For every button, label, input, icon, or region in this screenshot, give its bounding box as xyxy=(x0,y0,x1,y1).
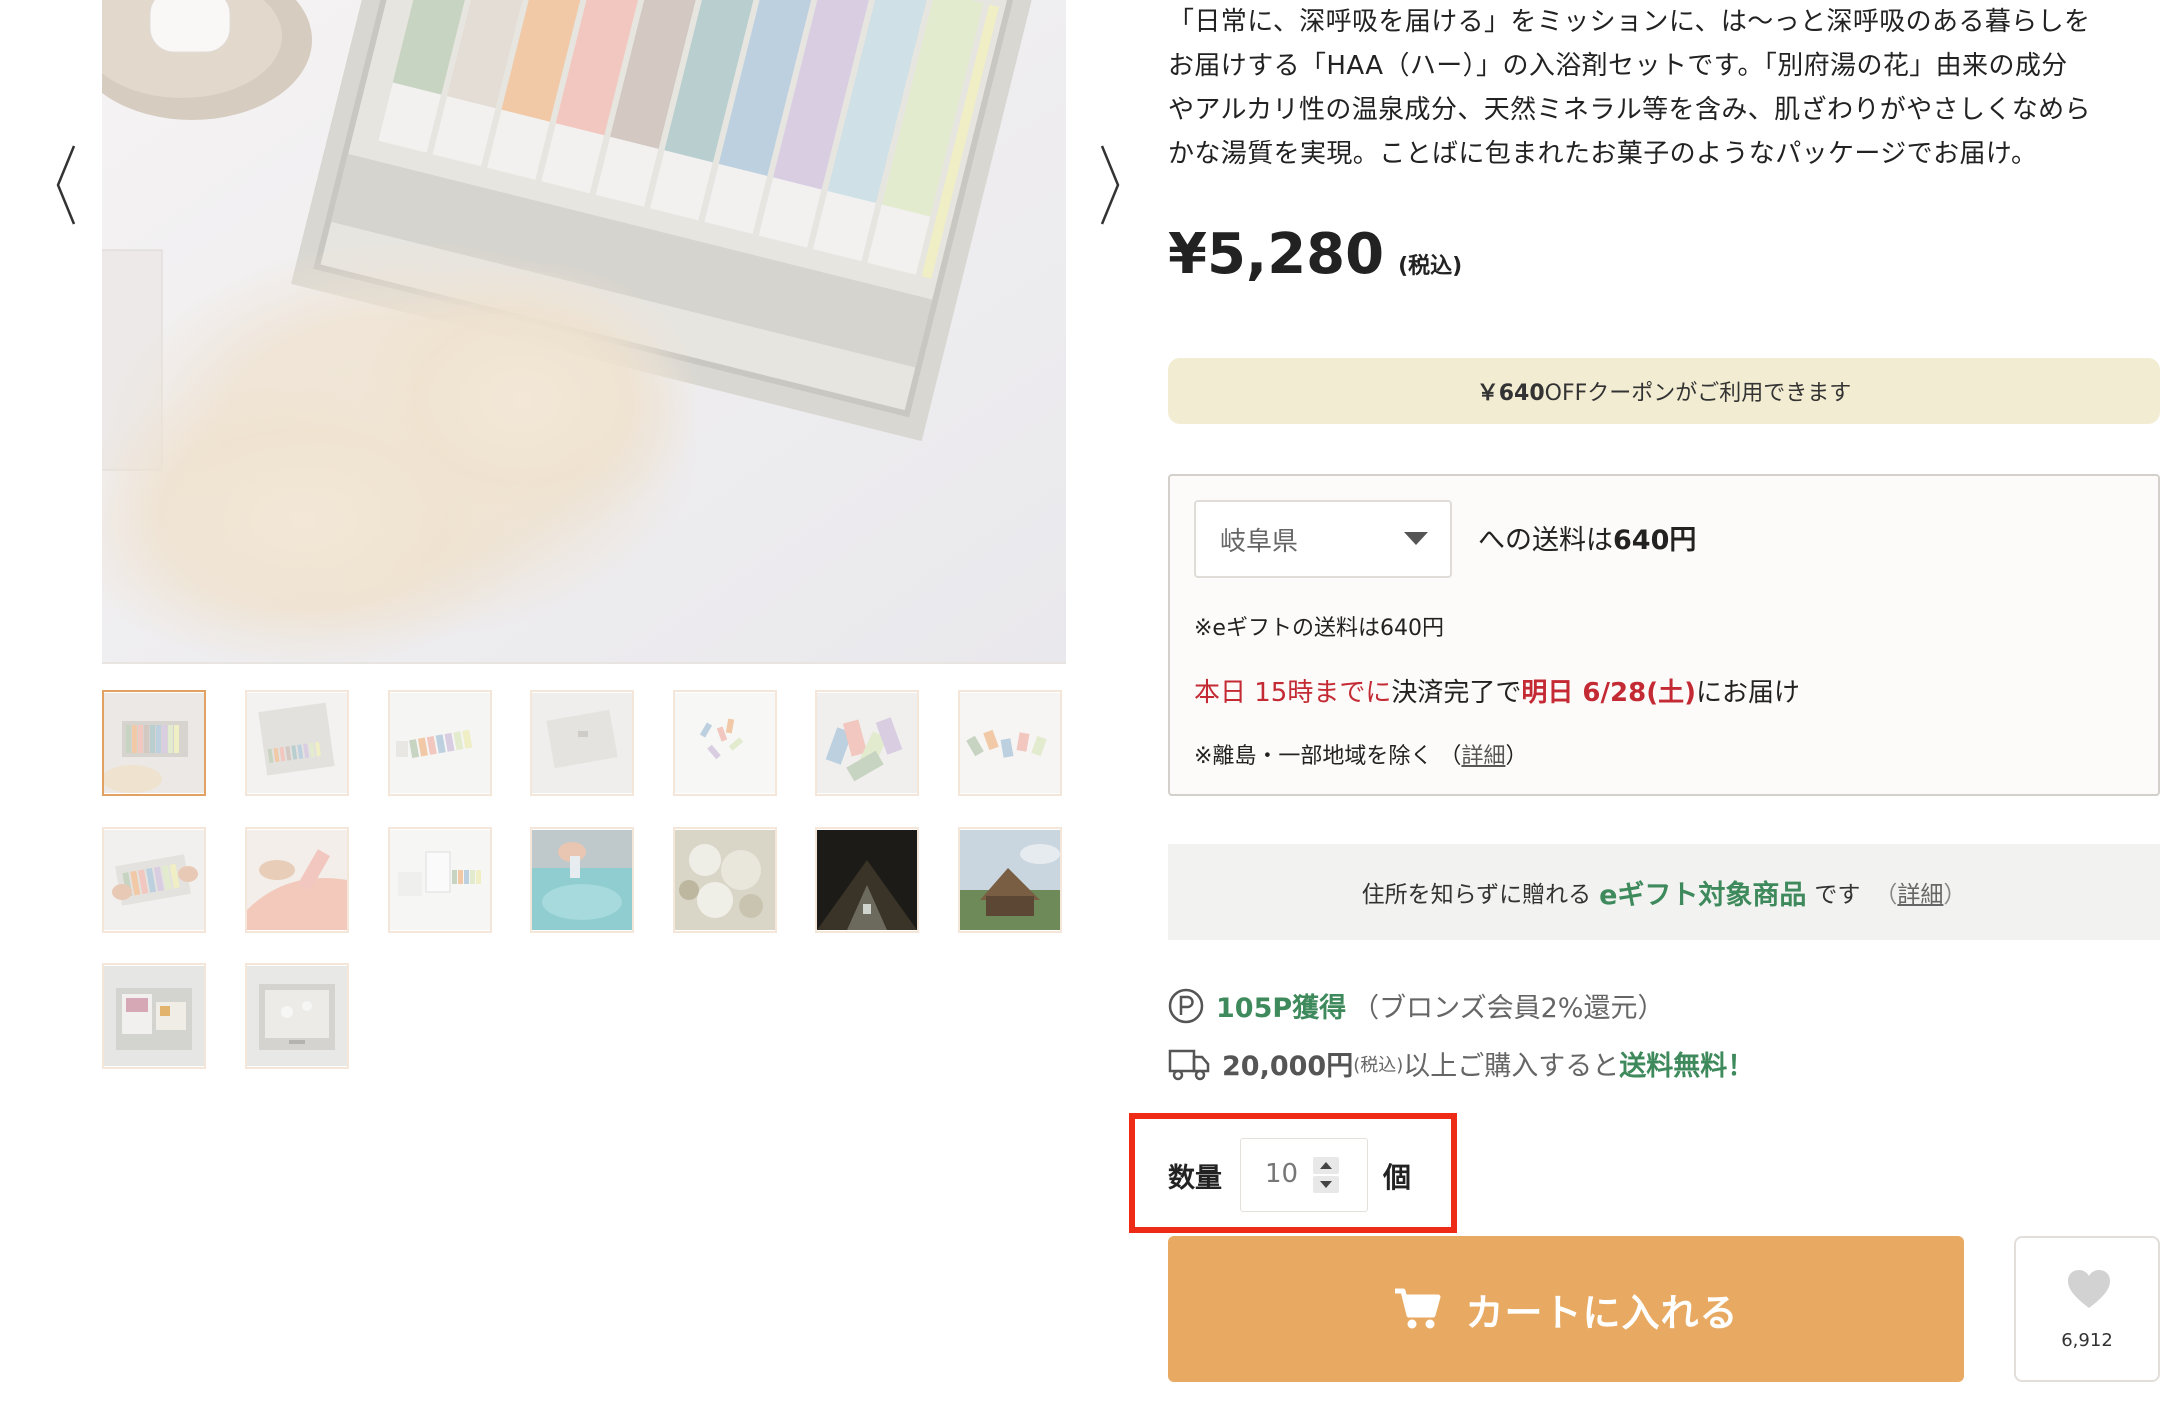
remote-note-text: ※離島・一部地域を除く （ xyxy=(1194,744,1462,769)
points-icon xyxy=(1168,988,1204,1023)
chevron-left-icon xyxy=(56,145,76,225)
thumbnail-1[interactable] xyxy=(102,690,206,796)
thumbnail-16[interactable] xyxy=(245,963,349,1069)
description-line-1: 「日常に、深呼吸を届ける」をミッションに、は〜っと深呼吸のある暮らしを xyxy=(1168,7,2091,37)
free-shipping-text: 以上ご購入すると xyxy=(1403,1051,1620,1082)
shipping-box: 岐阜県 への送料は640円 ※eギフトの送料は640円 本日 15時までに決済完… xyxy=(1168,474,2160,796)
truck-icon xyxy=(1168,1049,1210,1080)
heart-icon xyxy=(2068,1270,2110,1308)
coupon-amount: ￥640 xyxy=(1476,381,1545,406)
order-deadline: 本日 15時までに xyxy=(1194,678,1392,708)
prefecture-select[interactable]: 岐阜県 xyxy=(1194,500,1452,578)
add-to-cart-label: カートに入れる xyxy=(1465,1290,1739,1335)
free-shipping-info: 20,000円 (税込) 以上ご購入すると 送料無料！ xyxy=(1168,1044,1754,1083)
chevron-right-icon xyxy=(1100,145,1120,225)
egift-suffix: です xyxy=(1814,882,1861,908)
prev-image-arrow[interactable] xyxy=(48,140,88,230)
product-description: 「日常に、深呼吸を届ける」をミッションに、は〜っと深呼吸のある暮らしを お届けす… xyxy=(1168,0,2168,176)
thumbnail-13[interactable] xyxy=(815,827,919,933)
egift-detail: （詳細） xyxy=(1874,875,1966,909)
favorite-count: 6,912 xyxy=(2061,1330,2113,1351)
free-shipping-highlight: 送料無料！ xyxy=(1619,1051,1755,1082)
shipping-detail-link[interactable]: 詳細 xyxy=(1461,744,1505,769)
remote-close-paren: ） xyxy=(1505,744,1528,769)
coupon-text: OFFクーポンがご利用できます xyxy=(1544,381,1852,406)
caret-down-icon xyxy=(1404,532,1428,545)
quantity-stepper[interactable]: 10 xyxy=(1240,1138,1368,1212)
price-block: ¥5,280 (税込) xyxy=(1168,222,1462,287)
free-shipping-amount: 20,000円 xyxy=(1222,1051,1354,1082)
free-shipping-tax: (税込) xyxy=(1353,1054,1404,1076)
egift-banner: 住所を知らずに贈れる eギフト対象商品 です （詳細） xyxy=(1168,844,2160,940)
thumbnail-6[interactable] xyxy=(815,690,919,796)
product-photo xyxy=(102,0,1066,662)
quantity-value: 10 xyxy=(1265,1159,1299,1189)
thumbnail-10[interactable] xyxy=(388,827,492,933)
thumbnail-11[interactable] xyxy=(530,827,634,933)
spinner-arrows-icon[interactable] xyxy=(1311,1155,1341,1195)
main-product-image[interactable] xyxy=(102,0,1066,664)
thumbnail-12[interactable] xyxy=(673,827,777,933)
egift-highlight: eギフト対象商品 xyxy=(1599,879,1807,911)
description-line-4: かな湯質を実現。ことばに包まれたお菓子のようなパッケージでお届け。 xyxy=(1168,139,2038,169)
thumbnail-8[interactable] xyxy=(102,827,206,933)
egift-detail-link[interactable]: 詳細 xyxy=(1897,882,1943,908)
description-line-2: お届けする「HAA（ハー）」の入浴剤セットです。「別府湯の花」由来の成分 xyxy=(1168,51,2068,81)
shipping-fee-text: への送料は640円 xyxy=(1478,518,1696,557)
egift-prefix: 住所を知らずに贈れる xyxy=(1361,882,1592,908)
thumbnail-5[interactable] xyxy=(673,690,777,796)
coupon-banner[interactable]: ￥640 OFFクーポンがご利用できます xyxy=(1168,358,2160,424)
description-line-3: やアルカリ性の温泉成分、天然ミネラル等を含み、肌ざわりがやさしくなめら xyxy=(1168,95,2091,125)
points-info: 105P獲得 （ブロンズ会員2%還元） xyxy=(1168,986,1664,1025)
thumbnail-2[interactable] xyxy=(245,690,349,796)
thumbnail-15[interactable] xyxy=(102,963,206,1069)
delivery-estimate: 本日 15時までに決済完了で明日 6/28(土)にお届け xyxy=(1194,672,1800,709)
points-note: （ブロンズ会員2%還元） xyxy=(1352,993,1665,1024)
payment-text: 決済完了で xyxy=(1391,678,1522,708)
delivery-suffix: にお届け xyxy=(1695,678,1800,708)
thumbnail-7[interactable] xyxy=(958,690,1062,796)
egift-shipping-note: ※eギフトの送料は640円 xyxy=(1194,616,1444,641)
egift-detail-close: ） xyxy=(1943,882,1967,908)
thumbnail-9[interactable] xyxy=(245,827,349,933)
points-earned: 105P獲得 xyxy=(1216,993,1347,1024)
cart-icon xyxy=(1395,1288,1441,1329)
delivery-date: 明日 6/28(土) xyxy=(1521,678,1696,708)
price: ¥5,280 xyxy=(1168,222,1385,287)
favorite-button[interactable]: 6,912 xyxy=(2014,1236,2160,1382)
quantity-label: 数量 xyxy=(1168,1163,1222,1194)
thumbnail-4[interactable] xyxy=(530,690,634,796)
quantity-unit: 個 xyxy=(1383,1161,1412,1194)
egift-detail-open: （ xyxy=(1874,882,1898,908)
thumbnail-14[interactable] xyxy=(958,827,1062,933)
thumbnail-3[interactable] xyxy=(388,690,492,796)
prefecture-value: 岐阜県 xyxy=(1220,526,1299,557)
add-to-cart-button[interactable]: カートに入れる xyxy=(1168,1236,1964,1382)
next-image-arrow[interactable] xyxy=(1088,140,1128,230)
shipping-fee: 640円 xyxy=(1613,525,1697,556)
remote-area-note: ※離島・一部地域を除く （詳細） xyxy=(1194,738,1527,770)
price-tax-label: (税込) xyxy=(1398,254,1463,279)
shipping-to-text: への送料は xyxy=(1478,525,1613,556)
